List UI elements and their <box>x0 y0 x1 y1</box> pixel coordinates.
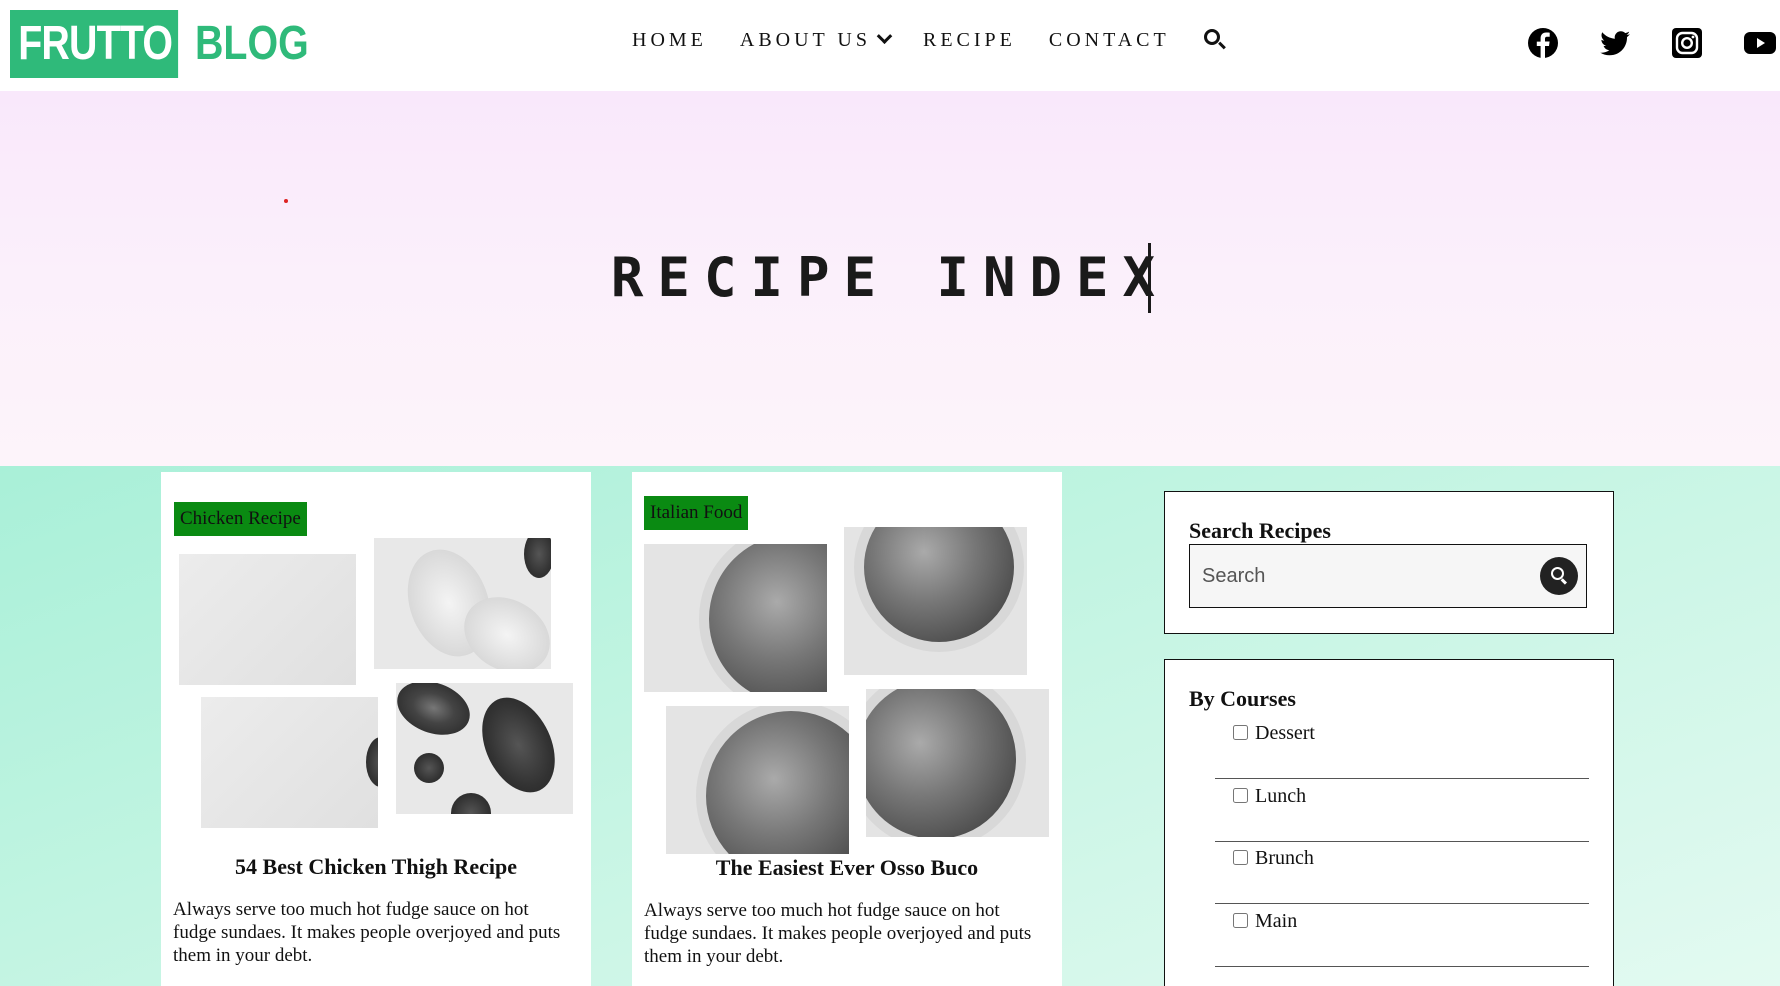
course-checkbox[interactable] <box>1233 725 1248 740</box>
chevron-down-icon <box>876 27 893 44</box>
twitter-icon[interactable] <box>1599 27 1631 59</box>
page-title: RECIPE INDEX <box>610 246 1170 309</box>
course-checkbox[interactable] <box>1233 913 1248 928</box>
course-label: Lunch <box>1255 785 1307 807</box>
recipe-image <box>374 538 551 669</box>
course-filter-item[interactable]: Dessert <box>1215 717 1589 779</box>
card-excerpt: Always serve too much hot fudge sauce on… <box>173 899 561 966</box>
nav-item-about-us[interactable]: ABOUT US <box>739 27 893 52</box>
search-widget: Search Recipes <box>1164 491 1614 634</box>
course-label: Main <box>1255 910 1298 932</box>
course-filter-item[interactable]: Brunch <box>1215 842 1589 904</box>
course-label: Brunch <box>1255 847 1314 869</box>
course-label: Dessert <box>1255 722 1315 744</box>
category-tag[interactable]: Chicken Recipe <box>174 502 307 536</box>
search-box <box>1189 544 1587 608</box>
nav-item-contact[interactable]: CONTACT <box>1049 29 1170 52</box>
text-caret <box>1148 243 1151 313</box>
nav-item-home[interactable]: HOME <box>632 29 707 52</box>
search-icon[interactable] <box>1203 28 1227 52</box>
recipe-image <box>844 527 1027 675</box>
course-checkbox[interactable] <box>1233 788 1248 803</box>
card-excerpt: Always serve too much hot fudge sauce on… <box>644 900 1032 967</box>
recipe-image <box>179 554 356 685</box>
recipe-image <box>666 706 849 854</box>
nav-label: RECIPE <box>922 28 1016 51</box>
recipe-image <box>866 689 1049 837</box>
hero-dot <box>284 199 288 203</box>
main-content: Chicken Recipe 54 Best Chicken Thigh Rec… <box>0 466 1780 986</box>
card-title[interactable]: 54 Best Chicken Thigh Recipe <box>161 854 591 880</box>
recipe-card[interactable]: Italian Food The Easiest Ever Osso Buco … <box>632 472 1062 986</box>
instagram-icon[interactable] <box>1671 27 1703 59</box>
main-nav: HOME ABOUT US RECIPE CONTACT <box>632 27 1227 52</box>
site-header: FRUTTO BLOG HOME ABOUT US RECIPE CONTACT <box>0 0 1780 91</box>
search-button[interactable] <box>1540 557 1578 595</box>
course-checkbox[interactable] <box>1233 850 1248 865</box>
nav-label: CONTACT <box>1048 28 1170 51</box>
recipe-image <box>201 697 378 828</box>
logo-main: FRUTTO <box>10 10 179 78</box>
courses-widget: By Courses Dessert Lunch Brunch Main <box>1164 659 1614 986</box>
recipe-image <box>644 544 827 692</box>
card-title[interactable]: The Easiest Ever Osso Buco <box>632 855 1062 881</box>
facebook-icon[interactable] <box>1527 27 1559 59</box>
course-filter-item[interactable]: Lunch <box>1215 780 1589 842</box>
nav-label: HOME <box>632 28 707 51</box>
widget-title: By Courses <box>1189 686 1296 711</box>
nav-item-recipe[interactable]: RECIPE <box>923 29 1016 52</box>
widget-title: Search Recipes <box>1189 518 1331 543</box>
site-logo[interactable]: FRUTTO BLOG <box>10 10 309 78</box>
hero-banner: RECIPE INDEX <box>0 91 1780 466</box>
course-filter-item[interactable]: Main <box>1215 905 1589 967</box>
recipe-image <box>396 683 573 814</box>
nav-label: ABOUT US <box>739 28 871 51</box>
youtube-icon[interactable] <box>1743 27 1777 59</box>
search-input[interactable] <box>1202 559 1522 593</box>
logo-secondary: BLOG <box>195 17 309 70</box>
recipe-card[interactable]: Chicken Recipe 54 Best Chicken Thigh Rec… <box>161 472 591 986</box>
category-tag[interactable]: Italian Food <box>644 496 749 530</box>
